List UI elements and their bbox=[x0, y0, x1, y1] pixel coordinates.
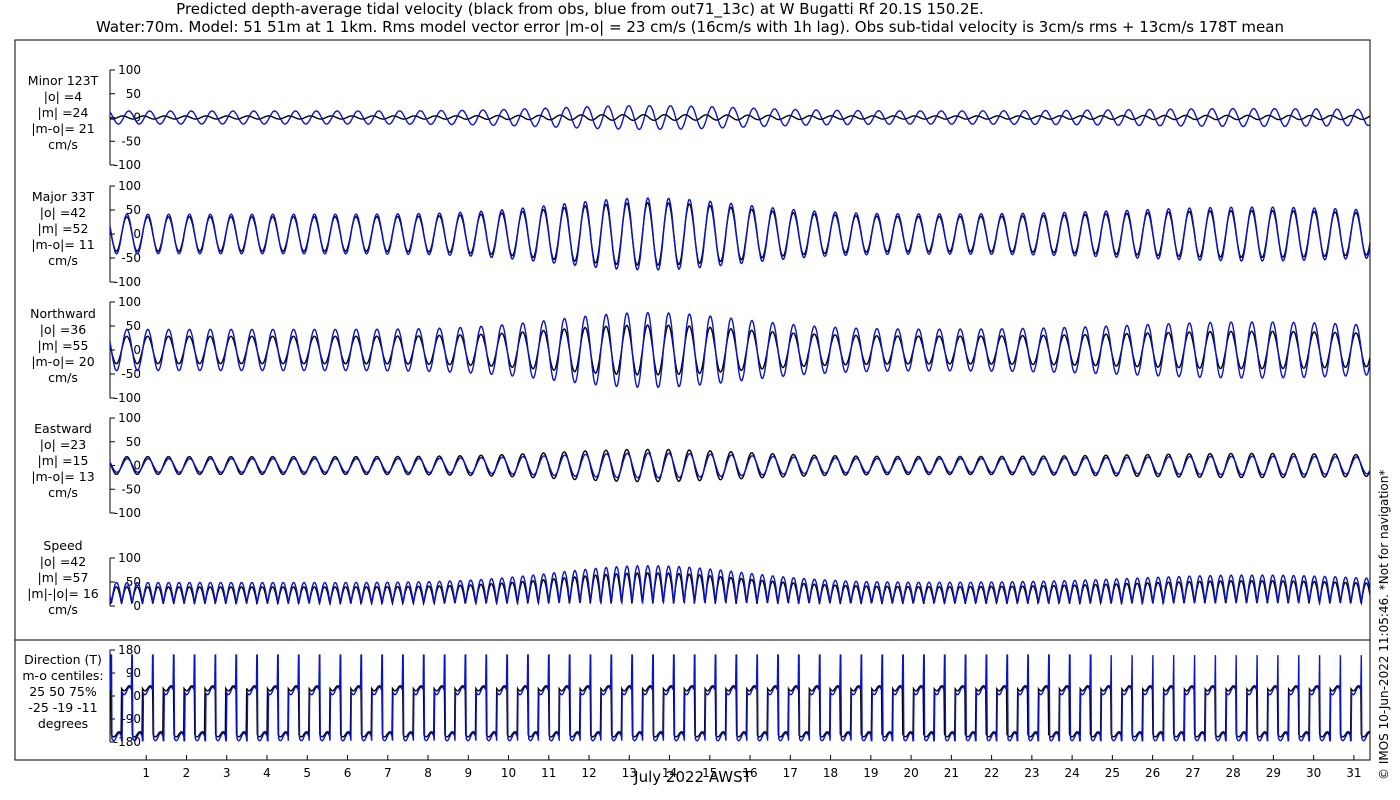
panel-label-line: |m-o|= 20 bbox=[31, 354, 94, 369]
x-tick-label: 1 bbox=[142, 766, 150, 780]
y-tick-label: 0 bbox=[133, 599, 141, 613]
copyright-notice: © IMOS 10-Jun-2022 11:05:46. *Not for na… bbox=[1377, 470, 1391, 780]
x-tick-label: 25 bbox=[1105, 766, 1120, 780]
x-tick-label: 28 bbox=[1225, 766, 1240, 780]
y-tick-label: -50 bbox=[121, 482, 141, 496]
x-tick-label: 11 bbox=[541, 766, 556, 780]
x-tick-label: 5 bbox=[303, 766, 311, 780]
x-tick-label: 19 bbox=[863, 766, 878, 780]
y-tick-label: 0 bbox=[133, 343, 141, 357]
y-tick-label: 100 bbox=[118, 295, 141, 309]
model-series-line bbox=[109, 197, 1371, 271]
x-axis-label: July 2022 AWST bbox=[633, 768, 752, 786]
panel-label-line: Major 33T bbox=[32, 189, 95, 204]
panel-label-line: -25 -19 -11 bbox=[28, 700, 97, 715]
x-tick-label: 23 bbox=[1024, 766, 1039, 780]
y-tick-label: 100 bbox=[118, 179, 141, 193]
y-tick-label: 180 bbox=[118, 643, 141, 657]
y-tick-label: 0 bbox=[133, 689, 141, 703]
panel-label-line: |o| =42 bbox=[40, 554, 86, 569]
x-tick-label: 22 bbox=[984, 766, 999, 780]
panel-1: -100-50050100Minor 123T|o| =4|m| =24|m-o… bbox=[28, 63, 1371, 172]
tidal-velocity-figure: Predicted depth-average tidal velocity (… bbox=[14, 0, 1391, 786]
panel-label-line: Northward bbox=[30, 306, 96, 321]
panel-label-line: cm/s bbox=[48, 137, 78, 152]
panel-5: 050100Speed|o| =42|m| =57|m|-|o|= 16cm/s bbox=[27, 538, 1371, 617]
x-tick-label: 10 bbox=[501, 766, 516, 780]
x-tick-label: 31 bbox=[1346, 766, 1361, 780]
panel-label-line: |m| =57 bbox=[38, 570, 89, 585]
x-tick-label: 3 bbox=[223, 766, 231, 780]
panel-label-line: 25 50 75% bbox=[29, 684, 97, 699]
x-tick-label: 18 bbox=[823, 766, 838, 780]
x-tick-label: 7 bbox=[384, 766, 392, 780]
panel-label-line: degrees bbox=[38, 716, 88, 731]
x-tick-label: 17 bbox=[783, 766, 798, 780]
chart-title-line1: Predicted depth-average tidal velocity (… bbox=[176, 0, 984, 19]
panel-label-line: cm/s bbox=[48, 602, 78, 617]
panel-label-line: Direction (T) bbox=[24, 652, 102, 667]
panel-label-line: |m-o|= 21 bbox=[31, 121, 94, 136]
panel-label-line: cm/s bbox=[48, 370, 78, 385]
x-tick-label: 2 bbox=[183, 766, 191, 780]
panel-6: -180-90090180Direction (T)m-o centiles:2… bbox=[22, 643, 1371, 749]
y-tick-label: 50 bbox=[126, 87, 141, 101]
y-tick-label: 100 bbox=[118, 411, 141, 425]
x-tick-label: 21 bbox=[944, 766, 959, 780]
model-series-line bbox=[109, 654, 1371, 742]
panel-label-line: |o| =36 bbox=[40, 322, 86, 337]
panel-label-line: Speed bbox=[43, 538, 82, 553]
chart-title-line2: Water:70m. Model: 51 51m at 1 1km. Rms m… bbox=[96, 18, 1284, 36]
y-tick-label: -100 bbox=[114, 391, 141, 405]
x-tick-label: 6 bbox=[344, 766, 352, 780]
panel-label-line: |o| =4 bbox=[44, 89, 83, 104]
panel-label-line: m-o centiles: bbox=[22, 668, 103, 683]
x-tick-label: 8 bbox=[424, 766, 432, 780]
model-series-line bbox=[109, 311, 1371, 389]
direction-frame bbox=[14, 639, 1371, 761]
y-tick-label: 90 bbox=[126, 666, 141, 680]
y-tick-label: 50 bbox=[126, 435, 141, 449]
y-tick-label: -100 bbox=[114, 275, 141, 289]
panel-label-line: |m|-|o|= 16 bbox=[27, 586, 99, 601]
panel-label-line: |m| =15 bbox=[38, 453, 89, 468]
panel-label-line: |m| =52 bbox=[38, 221, 89, 236]
panel-label-line: |m| =55 bbox=[38, 338, 89, 353]
x-tick-label: 4 bbox=[263, 766, 271, 780]
x-tick-label: 30 bbox=[1306, 766, 1321, 780]
x-axis: 1 2 3 4 5 6 7 8 9 10 11 12 13 14 15 16 17 18 19 20 21 22 23 24 2… bbox=[142, 755, 1362, 780]
x-tick-label: 12 bbox=[581, 766, 596, 780]
y-tick-label: 100 bbox=[118, 551, 141, 565]
panel-3: -100-50050100Northward|o| =36|m| =55|m-o… bbox=[30, 295, 1371, 405]
panel-2: -100-50050100Major 33T|o| =42|m| =52|m-o… bbox=[31, 179, 1371, 289]
model-series-line bbox=[109, 452, 1371, 479]
panels-group: -100-50050100Minor 123T|o| =4|m| =24|m-o… bbox=[22, 63, 1371, 749]
panel-label-line: |o| =42 bbox=[40, 205, 86, 220]
x-tick-label: 27 bbox=[1185, 766, 1200, 780]
x-tick-label: 26 bbox=[1145, 766, 1160, 780]
model-series-line bbox=[109, 564, 1371, 606]
y-tick-label: 0 bbox=[133, 227, 141, 241]
x-tick-label: 24 bbox=[1064, 766, 1079, 780]
x-tick-label: 9 bbox=[464, 766, 472, 780]
panel-label-line: cm/s bbox=[48, 253, 78, 268]
y-tick-label: -100 bbox=[114, 506, 141, 520]
panel-4: -100-50050100Eastward|o| =23|m| =15|m-o|… bbox=[31, 411, 1371, 520]
panel-label-line: |m-o|= 13 bbox=[31, 469, 94, 484]
panel-label-line: Minor 123T bbox=[28, 73, 99, 88]
panel-label-line: cm/s bbox=[48, 485, 78, 500]
y-tick-label: -50 bbox=[121, 134, 141, 148]
x-tick-label: 20 bbox=[903, 766, 918, 780]
y-tick-label: 100 bbox=[118, 63, 141, 77]
x-tick-label: 29 bbox=[1266, 766, 1281, 780]
panel-label-line: Eastward bbox=[34, 421, 92, 436]
panel-label-line: |m| =24 bbox=[38, 105, 89, 120]
panel-label-line: |m-o|= 11 bbox=[31, 237, 94, 252]
y-tick-label: -90 bbox=[121, 712, 141, 726]
y-tick-label: -100 bbox=[114, 158, 141, 172]
panel-label-line: |o| =23 bbox=[40, 437, 86, 452]
